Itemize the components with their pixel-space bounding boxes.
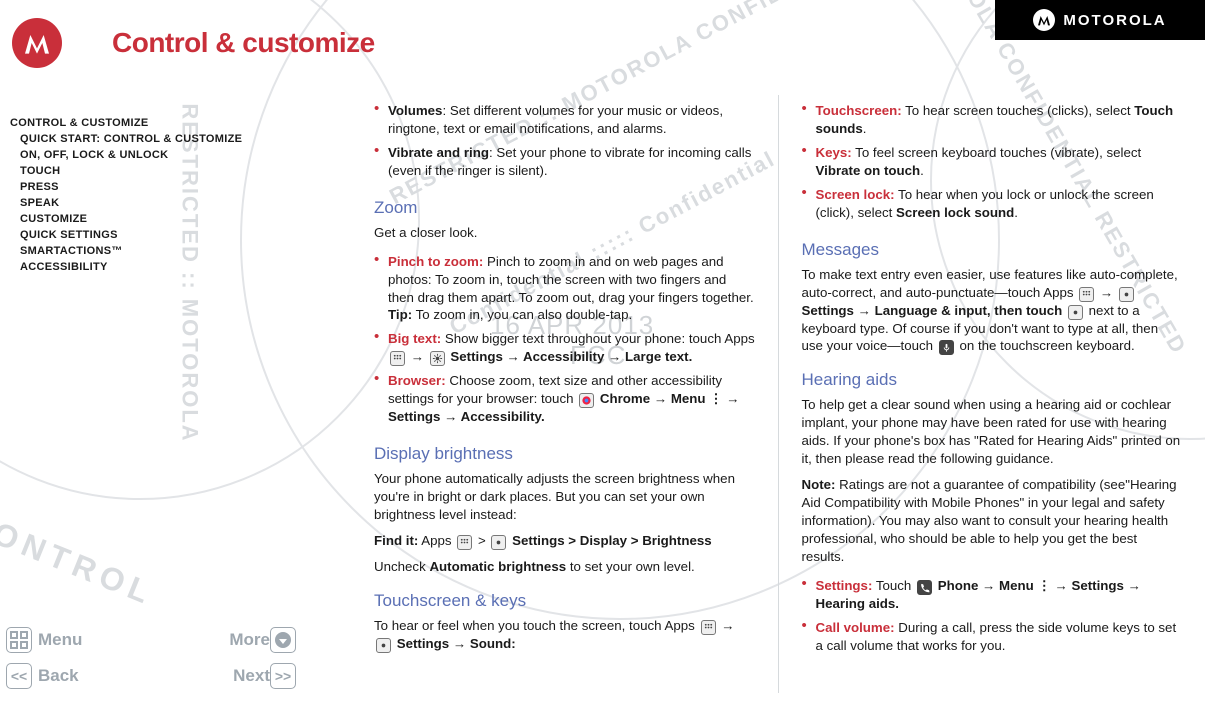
nav-item-quicksettings[interactable]: Quick settings: [4, 227, 304, 243]
apps-icon: [1079, 287, 1094, 302]
gear-icon: [430, 351, 445, 366]
sidebar-nav: Control & customize Quick start: Control…: [4, 115, 304, 275]
menu-dots-icon: ⋮: [709, 391, 722, 406]
apps-icon: [457, 535, 472, 550]
display-uncheck: Uncheck Automatic brightness to set your…: [374, 558, 756, 576]
more-icon[interactable]: [270, 627, 296, 653]
bullet-pinch: Pinch to zoom: Pinch to zoom in and on w…: [374, 250, 756, 328]
heading-messages: Messages: [802, 239, 1184, 262]
motorola-logo-icon: [1033, 9, 1055, 31]
gear-icon: [491, 535, 506, 550]
menu-button[interactable]: Menu: [38, 630, 154, 650]
hearingaids-p: To help get a clear sound when using a h…: [802, 396, 1184, 468]
brand-name: MOTOROLA: [1063, 12, 1166, 29]
apps-icon: [701, 620, 716, 635]
bottom-nav: Menu More << Back Next >>: [6, 627, 306, 689]
back-button[interactable]: Back: [38, 666, 154, 686]
back-icon[interactable]: <<: [6, 663, 32, 689]
next-button[interactable]: Next: [154, 666, 270, 686]
more-button[interactable]: More: [154, 630, 270, 650]
gear-icon: [1119, 287, 1134, 302]
hearingaids-note: Note: Ratings are not a guarantee of com…: [802, 476, 1184, 566]
brand-bar: MOTOROLA: [995, 0, 1205, 40]
nav-item-touch[interactable]: Touch: [4, 163, 304, 179]
content-area: Volumes: Set different volumes for your …: [350, 95, 1205, 703]
heading-zoom: Zoom: [374, 197, 756, 220]
bullet-settings: Settings: Touch Phone → Menu ⋮ → Setting…: [802, 574, 1184, 616]
bullet-vibrate: Vibrate and ring: Set your phone to vibr…: [374, 141, 756, 183]
nav-item-customize[interactable]: Customize: [4, 211, 304, 227]
nav-item-control[interactable]: Control & customize: [4, 115, 304, 131]
nav-item-smartactions[interactable]: SMARTACTIONS™: [4, 243, 304, 259]
apps-icon: [390, 351, 405, 366]
zoom-intro: Get a closer look.: [374, 224, 756, 242]
heading-hearingaids: Hearing aids: [802, 369, 1184, 392]
motorola-logo: [12, 18, 62, 68]
content-col-2: Touchscreen: To hear screen touches (cli…: [778, 95, 1205, 703]
bullet-browser: Browser: Choose zoom, text size and othe…: [374, 369, 756, 429]
nav-item-quickstart[interactable]: Quick start: Control & customize: [4, 131, 304, 147]
gear-icon: [376, 638, 391, 653]
page-title: Control & customize: [112, 27, 375, 59]
nav-item-accessibility[interactable]: Accessibility: [4, 259, 304, 275]
nav-item-speak[interactable]: Speak: [4, 195, 304, 211]
chrome-icon: [579, 393, 594, 408]
menu-dots-icon: ⋮: [1037, 578, 1050, 593]
bullet-screenlock: Screen lock: To hear when you lock or un…: [802, 183, 1184, 225]
nav-item-onofflock[interactable]: On, off, lock & unlock: [4, 147, 304, 163]
display-p: Your phone automatically adjusts the scr…: [374, 470, 756, 524]
heading-display: Display brightness: [374, 443, 756, 466]
bullet-volumes: Volumes: Set different volumes for your …: [374, 99, 756, 141]
display-findit: Find it: Apps > Settings > Display > Bri…: [374, 532, 756, 550]
tskeys-p: To hear or feel when you touch the scree…: [374, 617, 756, 653]
microphone-icon: [939, 340, 954, 355]
settings-small-icon: [1068, 305, 1083, 320]
content-col-1: Volumes: Set different volumes for your …: [350, 95, 778, 703]
bullet-touchscreen: Touchscreen: To hear screen touches (cli…: [802, 99, 1184, 141]
heading-tskeys: Touchscreen & keys: [374, 590, 756, 613]
bullet-keys: Keys: To feel screen keyboard touches (v…: [802, 141, 1184, 183]
bullet-callvolume: Call volume: During a call, press the si…: [802, 616, 1184, 658]
next-icon[interactable]: >>: [270, 663, 296, 689]
bullet-bigtext: Big text: Show bigger text throughout yo…: [374, 327, 756, 369]
messages-p: To make text entry even easier, use feat…: [802, 266, 1184, 356]
nav-item-press[interactable]: Press: [4, 179, 304, 195]
menu-icon[interactable]: [6, 627, 32, 653]
phone-icon: [917, 580, 932, 595]
